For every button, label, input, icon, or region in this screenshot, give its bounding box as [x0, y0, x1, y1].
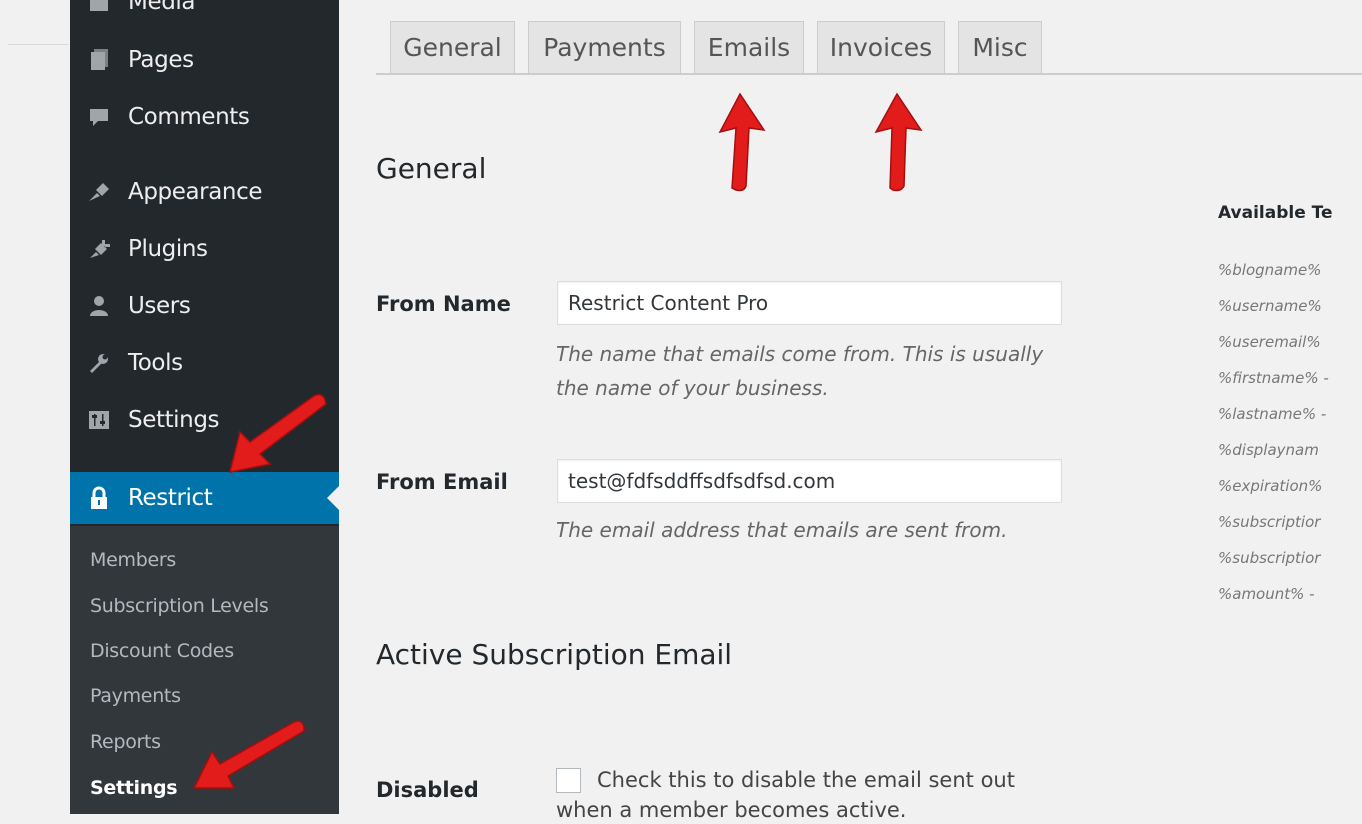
submenu-item-settings[interactable]: Settings	[90, 777, 178, 799]
sidebar-item-label: Tools	[128, 350, 183, 376]
submenu-item-members[interactable]: Members	[90, 549, 176, 571]
from-name-description-line2: the name of your business.	[556, 376, 829, 400]
template-tag: %subscriptior	[1218, 549, 1321, 567]
template-tag: %lastname% -	[1218, 405, 1327, 423]
submenu-item-reports[interactable]: Reports	[90, 731, 161, 753]
sidebar-item-label: Appearance	[128, 179, 263, 205]
sidebar-item-label: Restrict	[128, 485, 213, 511]
template-tag: %expiration%	[1218, 477, 1323, 495]
template-tag: %amount% -	[1218, 585, 1315, 603]
submenu-item-discount-codes[interactable]: Discount Codes	[90, 640, 234, 662]
tab-general[interactable]: General	[390, 21, 515, 73]
tab-misc[interactable]: Misc	[958, 21, 1042, 73]
disabled-checkbox-text-line1: Check this to disable the email sent out	[597, 768, 1015, 792]
annotation-arrow-invoices	[874, 92, 923, 192]
active-indicator	[327, 486, 339, 510]
annotation-arrow-settings	[192, 720, 305, 789]
disabled-checkbox-text-line2: when a member becomes active.	[556, 798, 907, 822]
disabled-checkbox[interactable]	[556, 768, 581, 793]
template-tag: %useremail%	[1218, 333, 1321, 351]
tabs-baseline	[376, 73, 1362, 75]
template-tag: %firstname% -	[1218, 369, 1329, 387]
template-tag: %blogname%	[1218, 261, 1322, 279]
submenu-item-subscription-levels[interactable]: Subscription Levels	[90, 595, 269, 617]
from-name-input[interactable]	[557, 281, 1062, 325]
plugins-icon	[86, 237, 112, 261]
sidebar-item-label: Media	[128, 0, 196, 15]
lock-icon	[86, 486, 112, 510]
from-email-input[interactable]	[557, 459, 1062, 503]
template-tag: %username%	[1218, 297, 1322, 315]
sidebar-item-label: Comments	[128, 104, 250, 130]
section-heading-active-subscription: Active Subscription Email	[376, 638, 733, 671]
sidebar-item-media[interactable]: Media	[70, 0, 339, 28]
sidebar-item-comments[interactable]: Comments	[70, 91, 339, 143]
media-icon	[86, 0, 112, 14]
pages-icon	[86, 48, 112, 72]
annotation-arrow-emails	[718, 92, 766, 192]
sidebar-item-label: Users	[128, 293, 191, 319]
annotation-arrow-restrict	[228, 393, 327, 473]
available-template-tags-title: Available Te	[1218, 203, 1333, 223]
sidebar-item-label: Pages	[128, 47, 194, 73]
sidebar-item-tools[interactable]: Tools	[70, 337, 339, 389]
sidebar-item-label: Plugins	[128, 236, 208, 262]
tab-invoices[interactable]: Invoices	[817, 21, 945, 73]
comments-icon	[86, 105, 112, 129]
tab-emails[interactable]: Emails	[694, 21, 804, 73]
divider	[8, 44, 68, 45]
sidebar-item-pages[interactable]: Pages	[70, 34, 339, 86]
template-tag: %displaynam	[1218, 441, 1319, 459]
left-browser-strip	[0, 0, 70, 814]
sidebar-item-users[interactable]: Users	[70, 280, 339, 332]
disabled-label: Disabled	[376, 778, 479, 802]
users-icon	[86, 294, 112, 318]
from-name-label: From Name	[376, 292, 511, 316]
submenu-item-payments[interactable]: Payments	[90, 685, 181, 707]
section-heading-general: General	[376, 152, 487, 185]
sidebar-item-plugins[interactable]: Plugins	[70, 223, 339, 275]
settings-icon	[86, 408, 112, 432]
tab-payments[interactable]: Payments	[528, 21, 681, 73]
template-tag: %subscriptior	[1218, 513, 1321, 531]
from-email-description: The email address that emails are sent f…	[556, 518, 1008, 542]
appearance-icon	[86, 180, 112, 204]
sidebar-item-appearance[interactable]: Appearance	[70, 166, 339, 218]
tools-icon	[86, 351, 112, 375]
sidebar-item-label: Settings	[128, 407, 220, 433]
from-email-label: From Email	[376, 470, 508, 494]
from-name-description-line1: The name that emails come from. This is …	[556, 342, 1044, 366]
